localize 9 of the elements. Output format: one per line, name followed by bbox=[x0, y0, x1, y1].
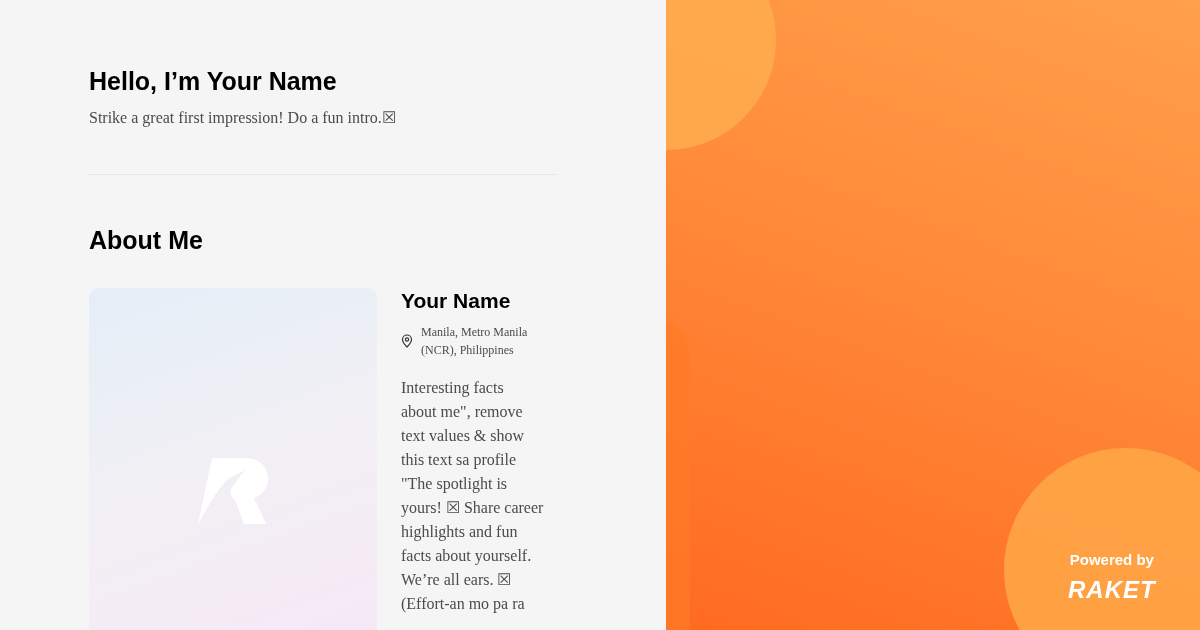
intro-heading: Hello, I’m Your Name bbox=[89, 66, 338, 97]
powered-by-text: Powered by bbox=[1069, 550, 1154, 570]
section-heading: About Me bbox=[89, 225, 204, 256]
location-pin-icon bbox=[401, 334, 413, 348]
brand-logo: RAKET bbox=[1068, 576, 1156, 604]
profile-name: Your Name bbox=[401, 288, 512, 314]
intro-text: Strike a great first impression! Do a fun intro.☒ bbox=[89, 108, 397, 129]
location-text: Manila, Metro Manila (NCR), Philippines bbox=[421, 324, 528, 359]
bio-text: Interesting facts about me", remove text values & show this text sa profile "The spotlight is yours! ☒ Share career highlights and fun facts about yourself. We’re all ears. ☒ (Effort-an mo pa ra bbox=[401, 378, 544, 615]
